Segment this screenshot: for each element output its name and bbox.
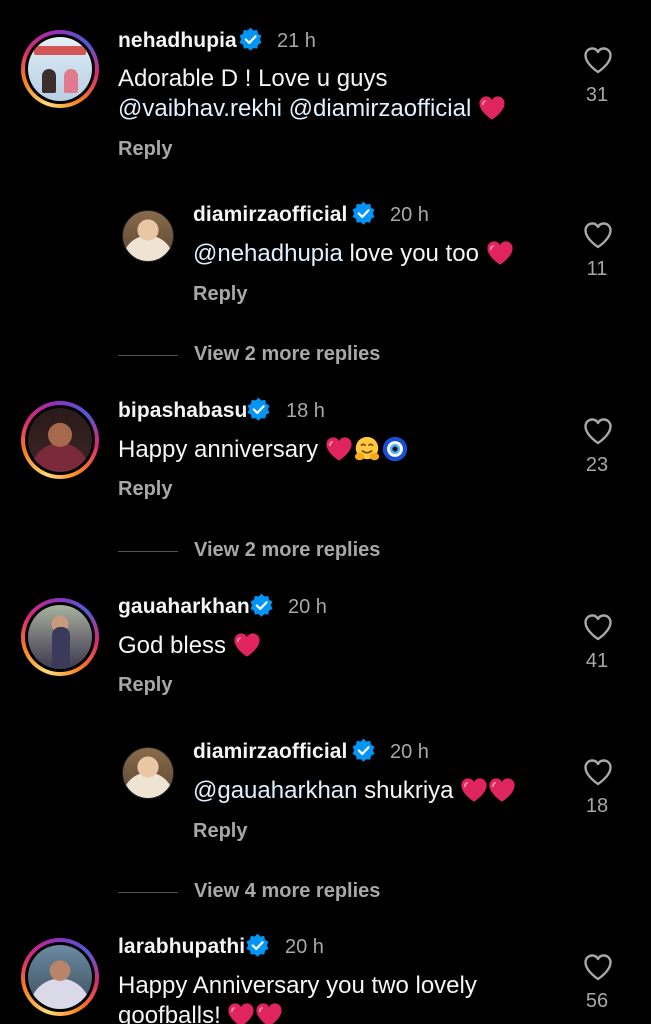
red-heart-emoji-icon: [227, 1001, 255, 1024]
mention-link[interactable]: @vaibhav.rekhi: [118, 95, 282, 122]
avatar[interactable]: [21, 30, 99, 108]
mention-link[interactable]: @diamirzaofficial: [289, 95, 472, 122]
comment-text-line-2: goofballs!: [118, 1001, 283, 1024]
comment-text-line: God bless: [118, 632, 227, 659]
verified-badge-icon: [351, 738, 376, 763]
like-count: 11: [586, 258, 608, 280]
comment-time: 20 h: [288, 596, 327, 618]
red-heart-emoji-icon: [233, 631, 261, 659]
avatar[interactable]: [21, 938, 99, 1016]
comment-time: 18 h: [286, 400, 325, 422]
comment-text-line: goofballs!: [118, 1002, 221, 1024]
like-heart-icon[interactable]: [583, 417, 613, 445]
comment-gauaharkhan: gauaharkhan 20 h God bless Reply 41: [0, 566, 651, 716]
like-heart-icon[interactable]: [583, 758, 613, 786]
comment-text: Happy Anniversary you two lovely: [118, 971, 477, 1001]
like-heart-icon[interactable]: [583, 613, 613, 641]
comment-time: 20 h: [390, 204, 429, 226]
like-heart-icon[interactable]: [583, 221, 613, 249]
mention-link[interactable]: @gauaharkhan: [193, 777, 357, 804]
comment-bipashabasu: bipashabasu 18 h Happy anniversary Reply…: [0, 370, 651, 520]
red-heart-emoji-icon: [325, 435, 353, 463]
comment-text: God bless: [118, 631, 261, 661]
comment-time: 20 h: [285, 936, 324, 958]
mention-link[interactable]: @nehadhupia: [193, 240, 343, 267]
reply-diamirzaofficial: diamirzaofficial 20 h @nehadhupia love y…: [0, 180, 651, 320]
comment-text-line: Adorable D ! Love u guys: [118, 65, 388, 92]
verified-badge-icon: [238, 27, 263, 52]
like-heart-icon[interactable]: [583, 46, 613, 74]
hugging-face-emoji-icon: [353, 435, 381, 463]
comment-username[interactable]: diamirzaofficial: [193, 203, 347, 227]
verified-badge-icon: [245, 933, 270, 958]
comment-username[interactable]: nehadhupia: [118, 29, 237, 53]
comment-text-line: Happy anniversary: [118, 436, 319, 463]
avatar[interactable]: [21, 401, 99, 479]
like-count: 18: [585, 795, 609, 817]
reply-button[interactable]: Reply: [118, 674, 172, 697]
reply-button[interactable]: Reply: [193, 820, 247, 843]
comment-text: Adorable D ! Love u guys: [118, 64, 388, 94]
divider: [118, 892, 178, 893]
view-more-replies-label[interactable]: View 2 more replies: [194, 539, 380, 562]
reply-button[interactable]: Reply: [118, 478, 172, 501]
comment-time: 20 h: [390, 741, 429, 763]
comment-username[interactable]: bipashabasu: [118, 399, 247, 423]
like-count: 31: [585, 84, 609, 106]
like-heart-icon[interactable]: [583, 953, 613, 981]
reply-diamirzaofficial: diamirzaofficial 20 h @gauaharkhan shukr…: [0, 717, 651, 857]
view-more-replies-label[interactable]: View 2 more replies: [194, 343, 380, 366]
reply-button[interactable]: Reply: [193, 283, 247, 306]
comment-username[interactable]: larabhupathi: [118, 935, 245, 959]
like-count: 56: [585, 990, 609, 1012]
verified-badge-icon: [351, 201, 376, 226]
red-heart-emoji-icon: [460, 776, 488, 804]
reply-button[interactable]: Reply: [118, 138, 172, 161]
verified-badge-icon: [249, 593, 274, 618]
view-more-replies[interactable]: View 2 more replies: [118, 539, 418, 563]
view-more-replies-label[interactable]: View 4 more replies: [194, 880, 380, 903]
view-more-replies[interactable]: View 4 more replies: [118, 880, 418, 904]
red-heart-emoji-icon: [255, 1001, 283, 1024]
red-heart-emoji-icon: [488, 776, 516, 804]
verified-badge-icon: [246, 397, 271, 422]
divider: [118, 355, 178, 356]
avatar[interactable]: [122, 747, 174, 799]
divider: [118, 551, 178, 552]
red-heart-emoji-icon: [478, 94, 506, 122]
comment-nehadhupia: nehadhupia 21 h Adorable D ! Love u guys…: [0, 0, 651, 170]
like-count: 41: [585, 650, 609, 672]
view-more-replies[interactable]: View 2 more replies: [118, 343, 418, 367]
comment-username[interactable]: diamirzaofficial: [193, 740, 347, 764]
comment-text: @nehadhupia love you too: [193, 239, 514, 269]
comment-text-line-2: @vaibhav.rekhi @diamirzaofficial: [118, 94, 506, 124]
comment-text: Happy anniversary: [118, 435, 409, 465]
comment-time: 21 h: [277, 30, 316, 52]
comment-larabhupathi: larabhupathi 20 h Happy Anniversary you …: [0, 906, 651, 1024]
comment-username[interactable]: gauaharkhan: [118, 595, 250, 619]
red-heart-emoji-icon: [486, 239, 514, 267]
avatar[interactable]: [122, 210, 174, 262]
nazar-amulet-emoji-icon: [381, 435, 409, 463]
comment-text-line: love you too: [349, 240, 479, 267]
comment-text-line: shukriya: [364, 777, 454, 804]
comment-text: @gauaharkhan shukriya: [193, 776, 516, 806]
avatar[interactable]: [21, 598, 99, 676]
comment-text-line: Happy Anniversary you two lovely: [118, 972, 477, 999]
like-count: 23: [585, 454, 609, 476]
